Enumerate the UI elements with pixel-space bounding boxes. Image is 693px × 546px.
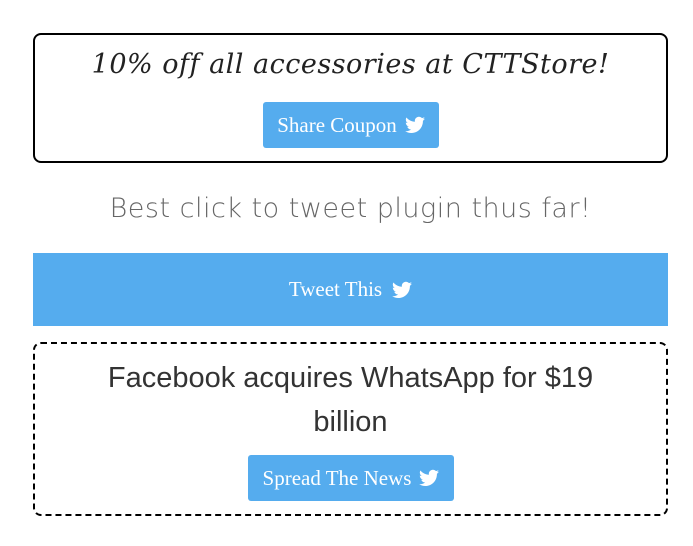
- coupon-box: 10% off all accessories at CTTStore! Sha…: [33, 33, 668, 163]
- twitter-bird-icon: [404, 116, 425, 133]
- share-coupon-button[interactable]: Share Coupon: [263, 102, 439, 148]
- twitter-bird-icon: [419, 469, 440, 486]
- news-text: Facebook acquires WhatsApp for $19 billi…: [107, 362, 594, 438]
- share-coupon-label: Share Coupon: [277, 112, 397, 137]
- tweet-this-button[interactable]: Tweet This: [33, 253, 668, 326]
- news-box: Facebook acquires WhatsApp for $19 billi…: [33, 342, 668, 516]
- spread-the-news-label: Spread The News: [262, 465, 412, 490]
- tweet-this-label: Tweet This: [288, 277, 383, 301]
- coupon-text: 10% off all accessories at CTTStore!: [91, 49, 610, 80]
- spread-the-news-button[interactable]: Spread The News: [248, 455, 454, 501]
- twitter-bird-icon: [392, 281, 413, 298]
- quote-text[interactable]: Best click to tweet plugin thus far!: [33, 193, 668, 224]
- page: 10% off all accessories at CTTStore! Sha…: [0, 0, 693, 546]
